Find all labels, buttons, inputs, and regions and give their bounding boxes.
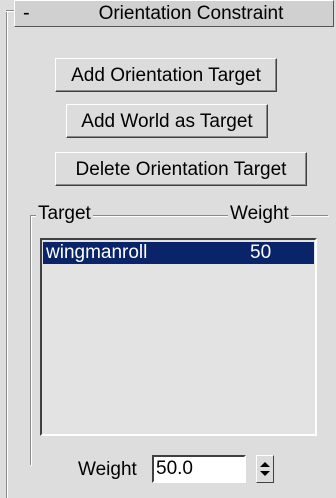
target-name: wingmanroll xyxy=(46,242,148,263)
add-world-as-target-button[interactable]: Add World as Target xyxy=(66,104,268,138)
add-orientation-target-button[interactable]: Add Orientation Target xyxy=(55,58,277,92)
delete-orientation-target-button[interactable]: Delete Orientation Target xyxy=(55,152,307,186)
weight-column-header: Weight xyxy=(228,203,291,225)
target-weight-value: 50 xyxy=(250,242,272,263)
target-listbox[interactable]: wingmanroll 50 xyxy=(40,238,317,436)
rollout-title: Orientation Constraint xyxy=(98,3,284,24)
target-list-row[interactable]: wingmanroll 50 xyxy=(43,242,314,264)
rollout-left-divider xyxy=(6,10,8,498)
spinner-down-arrow-icon[interactable] xyxy=(260,471,270,476)
target-column-header: Target xyxy=(36,203,93,225)
collapse-icon[interactable]: - xyxy=(23,2,30,25)
weight-spinner[interactable] xyxy=(256,455,274,483)
weight-label: Weight xyxy=(78,459,137,480)
spinner-up-arrow-icon[interactable] xyxy=(260,462,270,467)
weight-input[interactable] xyxy=(152,455,246,483)
rollout-header[interactable]: - Orientation Constraint xyxy=(14,0,334,27)
